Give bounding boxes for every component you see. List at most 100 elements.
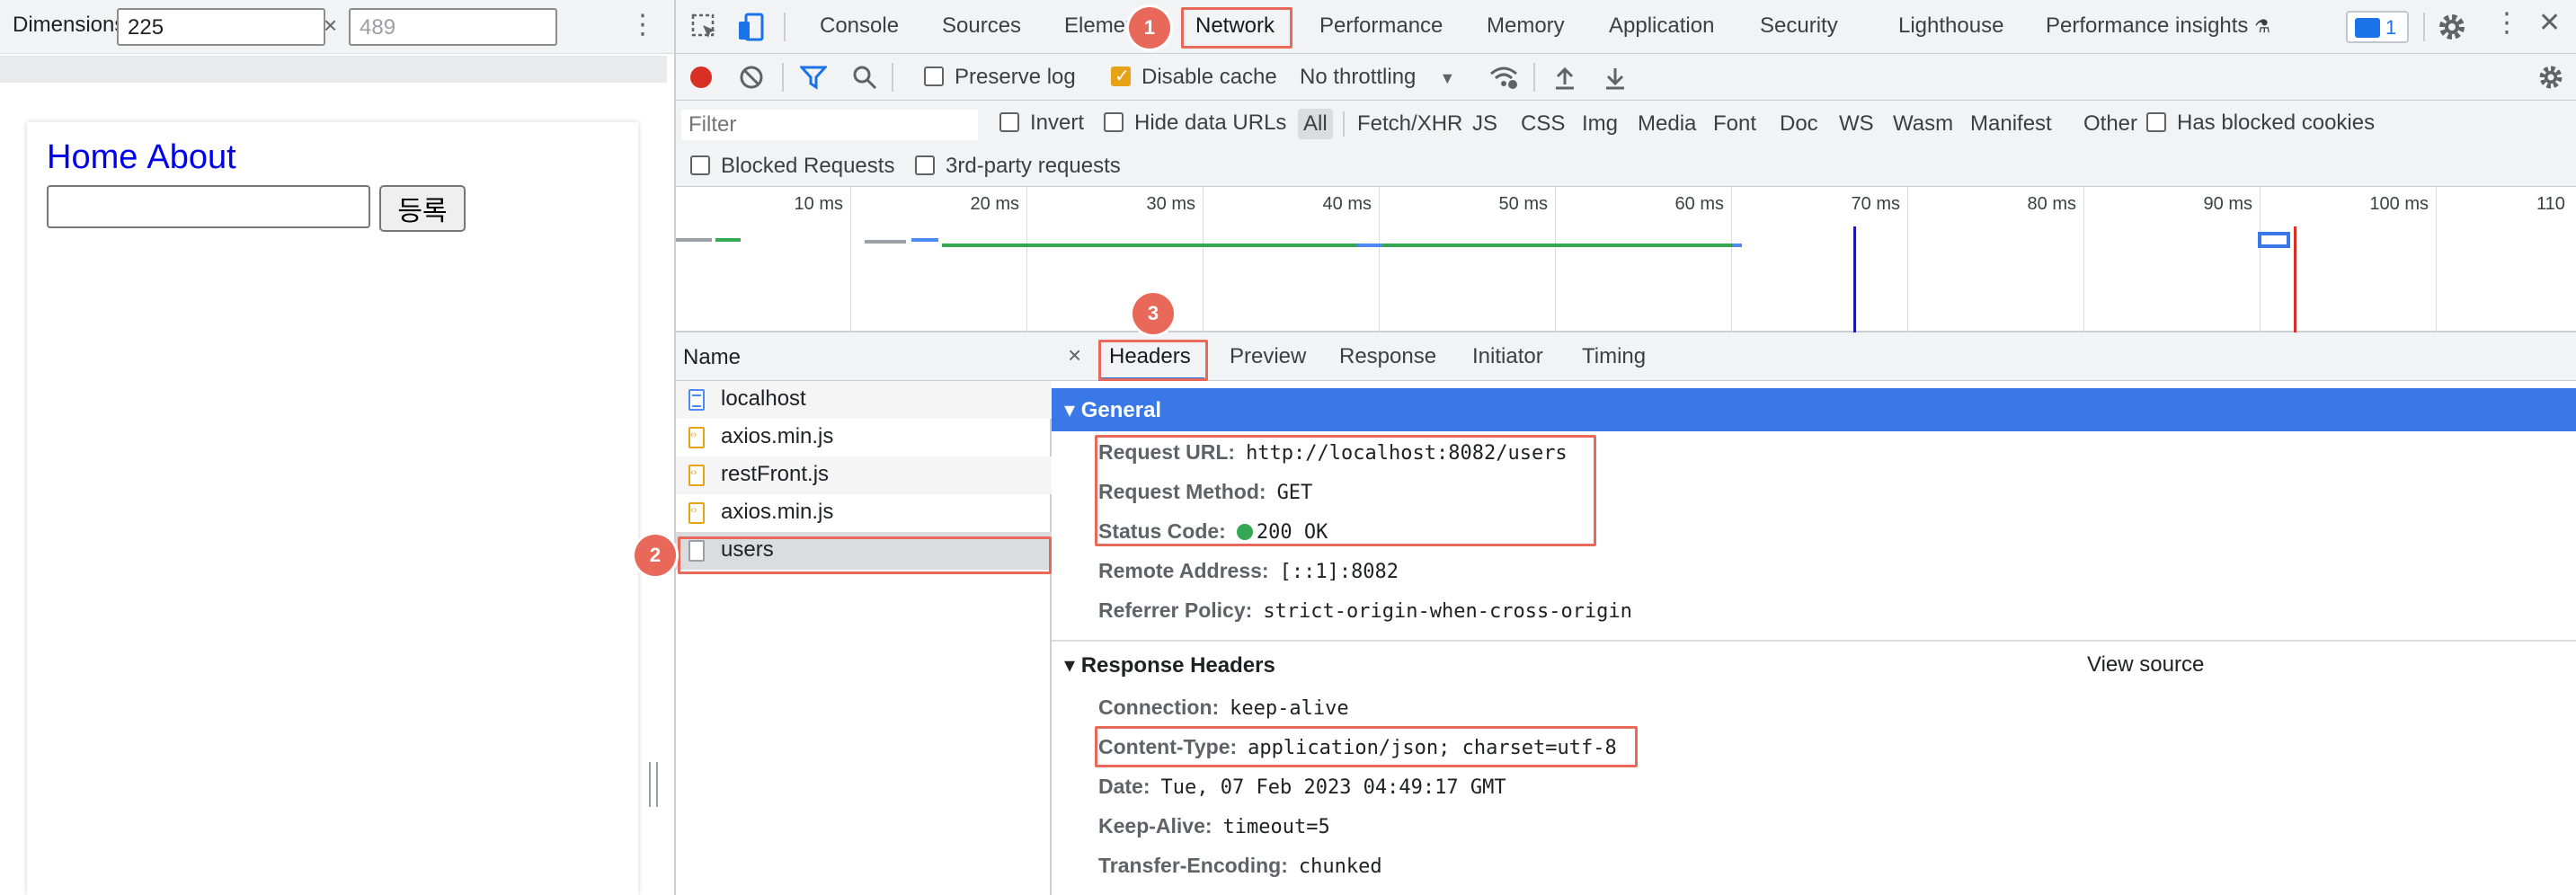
submit-button[interactable]: 등록 — [379, 185, 466, 232]
view-source-link[interactable]: View source — [2087, 652, 2204, 678]
width-input[interactable]: 225 — [117, 8, 325, 46]
timeline-gridline — [1907, 187, 1908, 332]
request-row[interactable]: localhost — [676, 381, 1052, 419]
clear-icon[interactable] — [739, 65, 764, 90]
tab-headers[interactable]: Headers — [1109, 344, 1191, 369]
filter-type-wasm[interactable]: Wasm — [1888, 109, 1959, 139]
device-toggle-icon[interactable] — [735, 11, 768, 43]
filter-type-css[interactable]: CSS — [1515, 109, 1570, 139]
filter-type-font[interactable]: Font — [1708, 109, 1762, 139]
network-overview-timeline[interactable]: 10 ms 20 ms 30 ms 40 ms 50 ms 60 ms 70 m… — [676, 187, 2576, 332]
export-har-icon[interactable] — [1603, 65, 1627, 90]
import-har-icon[interactable] — [1553, 65, 1577, 90]
timeline-bar — [942, 244, 1357, 247]
tab-initiator[interactable]: Initiator — [1472, 344, 1543, 369]
document-icon — [688, 389, 705, 411]
tab-network[interactable]: Network — [1195, 13, 1275, 39]
nav-link-about[interactable]: About — [147, 138, 235, 176]
general-section-header[interactable]: ▾ General — [1052, 388, 2576, 431]
inspect-element-icon[interactable] — [688, 11, 721, 43]
xhr-icon — [688, 540, 705, 562]
filter-type-other[interactable]: Other — [2078, 109, 2143, 139]
nav-link-home[interactable]: Home — [47, 138, 138, 176]
filter-type-ws[interactable]: WS — [1834, 109, 1879, 139]
header-value: chunked — [1298, 855, 1382, 878]
script-icon — [688, 427, 705, 448]
status-code-row: Status Code: 200 OK — [1098, 519, 1328, 544]
tab-console[interactable]: Console — [820, 13, 899, 39]
network-conditions-icon[interactable] — [1488, 65, 1519, 90]
search-icon[interactable] — [852, 65, 877, 90]
divider — [892, 63, 893, 92]
header-key: Keep-Alive: — [1098, 814, 1212, 837]
timeline-gridline — [1731, 187, 1732, 332]
hide-data-urls-label: Hide data URLs — [1134, 111, 1287, 135]
has-blocked-cookies-checkbox[interactable] — [2146, 112, 2166, 132]
close-icon[interactable]: × — [1068, 341, 1081, 369]
issues-badge[interactable]: 1 — [2346, 11, 2409, 43]
disable-cache-checkbox[interactable] — [1111, 65, 1131, 87]
timeline-tick-label: 60 ms — [1674, 194, 1724, 214]
tab-preview[interactable]: Preview — [1230, 344, 1306, 369]
more-options-icon[interactable]: ⋮ — [629, 9, 656, 40]
filter-type-all[interactable]: All — [1298, 109, 1333, 139]
filter-type-js[interactable]: JS — [1467, 109, 1503, 139]
preserve-log-checkbox[interactable] — [924, 66, 944, 86]
timeline-tick-label: 20 ms — [970, 194, 1019, 214]
filter-type-media[interactable]: Media — [1632, 109, 1701, 139]
load-event-marker — [2294, 226, 2296, 332]
invert-checkbox[interactable] — [999, 112, 1019, 132]
header-value: application/json; charset=utf-8 — [1248, 737, 1617, 759]
tab-application[interactable]: Application — [1609, 13, 1714, 39]
timeline-bar — [676, 238, 712, 242]
filter-icon[interactable] — [800, 65, 827, 90]
timeline-gridline — [1555, 187, 1556, 332]
filter-type-fetch-xhr[interactable]: Fetch/XHR — [1352, 109, 1468, 139]
height-input[interactable]: 489 — [349, 8, 557, 46]
network-settings-gear-icon[interactable] — [2536, 63, 2565, 92]
request-row[interactable]: restFront.js — [676, 456, 1052, 494]
throttling-dropdown[interactable]: No throttling ▼ — [1300, 65, 1455, 90]
filter-type-img[interactable]: Img — [1577, 109, 1623, 139]
annotation-badge: 2 — [635, 535, 676, 576]
tab-response[interactable]: Response — [1339, 344, 1436, 369]
header-key: Connection: — [1098, 696, 1220, 719]
timeline-tick-label: 110 — [2536, 194, 2565, 214]
filter-type-doc[interactable]: Doc — [1774, 109, 1824, 139]
request-row-selected[interactable]: users — [676, 532, 1052, 570]
tab-timing[interactable]: Timing — [1582, 344, 1646, 369]
third-party-checkbox[interactable] — [915, 155, 935, 175]
tab-sources[interactable]: Sources — [942, 13, 1021, 39]
request-name: axios.min.js — [721, 500, 834, 524]
filter-input[interactable] — [681, 110, 978, 140]
status-value-wrap: 200 OK — [1236, 521, 1328, 544]
hide-data-urls-checkbox[interactable] — [1104, 112, 1124, 132]
resize-handle[interactable] — [649, 762, 658, 807]
tab-memory[interactable]: Memory — [1487, 13, 1565, 39]
filter-type-manifest[interactable]: Manifest — [1965, 109, 2057, 139]
referrer-policy-row: Referrer Policy: strict-origin-when-cross… — [1098, 598, 1632, 623]
name-column-header[interactable]: Name — [676, 332, 1052, 381]
more-options-icon[interactable]: ⋮ — [2493, 7, 2520, 39]
tab-performance[interactable]: Performance — [1319, 13, 1443, 39]
close-devtools-icon[interactable]: ✕ — [2538, 7, 2561, 39]
page-text-input[interactable] — [47, 185, 370, 228]
tab-security[interactable]: Security — [1760, 13, 1838, 39]
record-icon[interactable] — [688, 65, 714, 90]
timeline-bar — [865, 240, 906, 244]
request-row[interactable]: axios.min.js — [676, 419, 1052, 456]
tab-performance-insights[interactable]: Performance insights ⚗ — [2046, 13, 2270, 39]
timeline-tick-label: 50 ms — [1498, 194, 1548, 214]
settings-gear-icon[interactable] — [2436, 11, 2468, 43]
third-party-label: 3rd-party requests — [946, 154, 1121, 178]
timeline-tick-label: 90 ms — [2203, 194, 2252, 214]
response-headers-section-header[interactable]: ▾ Response Headers — [1052, 652, 1275, 678]
section-divider — [1052, 640, 2576, 642]
request-row[interactable]: axios.min.js — [676, 494, 1052, 532]
device-emulation-pane: Dimensions: R…▼ 225 × 489 ⋮ HomeAbout 등록 — [0, 0, 674, 895]
media-query-bar — [0, 56, 667, 83]
blocked-requests-checkbox[interactable] — [690, 155, 710, 175]
invert-label: Invert — [1030, 111, 1085, 135]
divider — [1343, 111, 1345, 137]
tab-lighthouse[interactable]: Lighthouse — [1898, 13, 2003, 39]
